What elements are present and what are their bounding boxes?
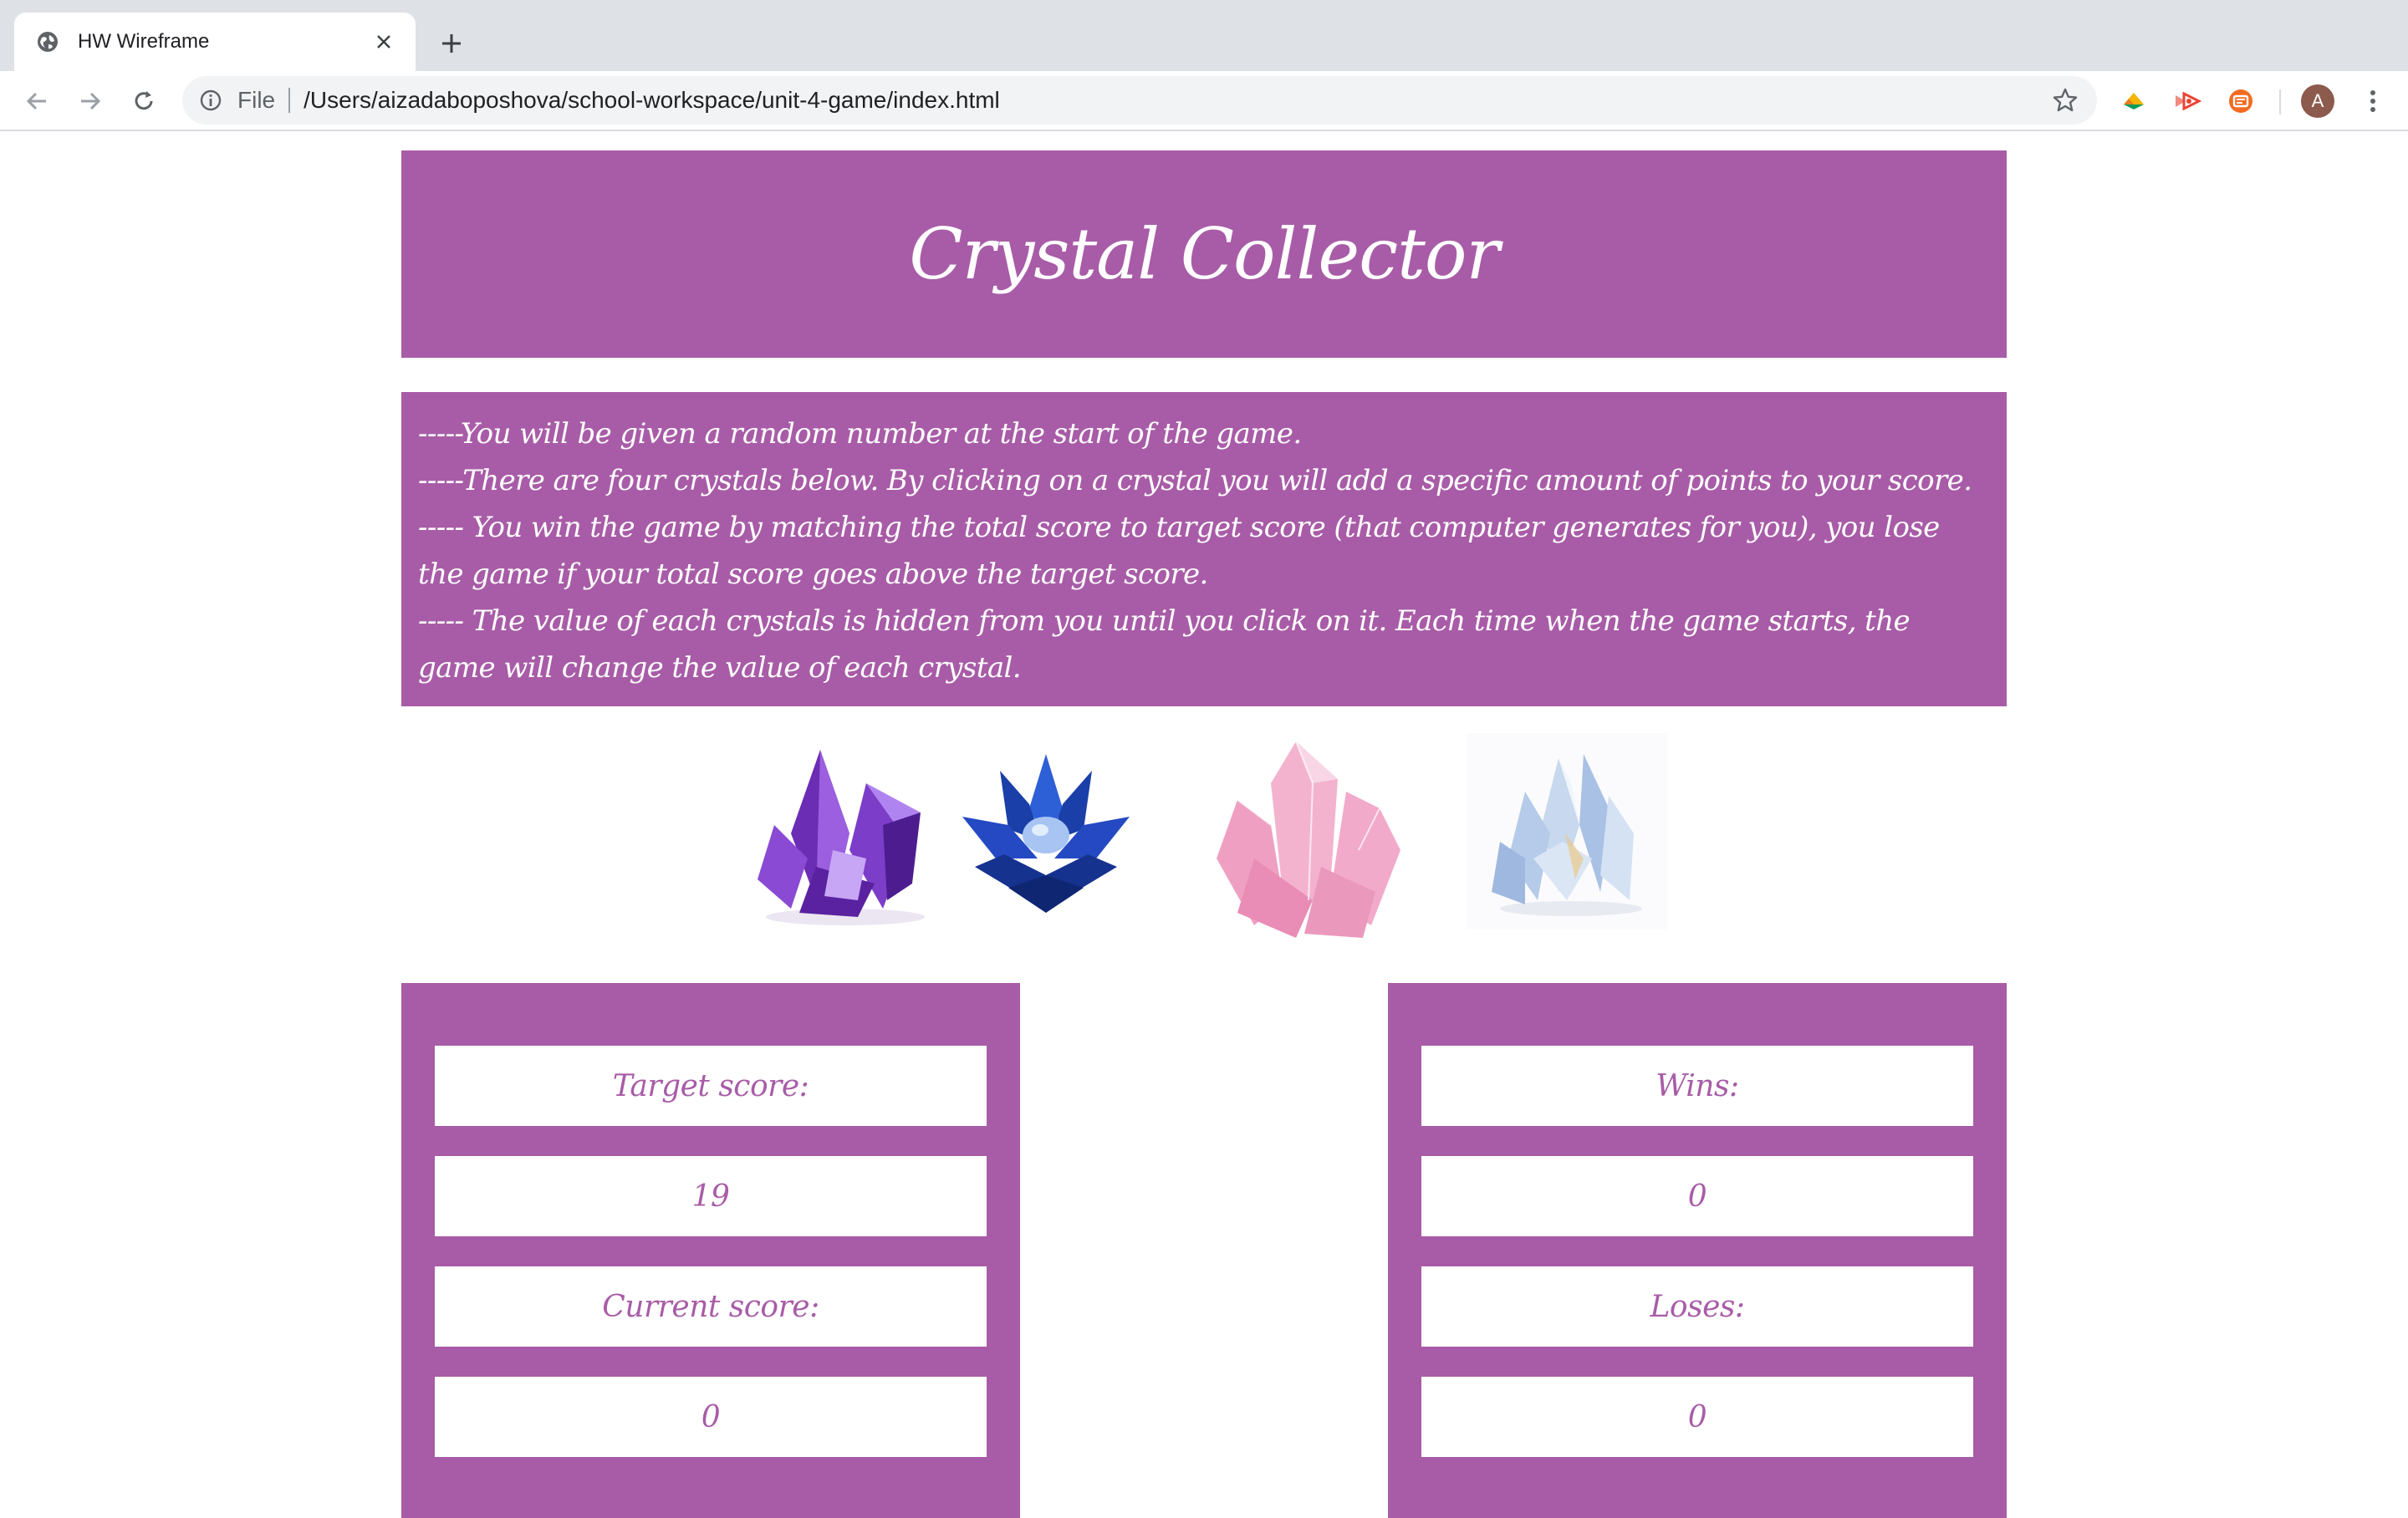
score-panel: Target score: 19 Current score: 0: [401, 983, 1020, 1518]
browser-toolbar: File /Users/aizadaboposhova/school-works…: [0, 71, 2408, 131]
wins-value: 0: [1421, 1156, 1973, 1236]
wins-label: Wins:: [1421, 1046, 1973, 1126]
toolbar-divider: [2279, 89, 2281, 115]
current-score-label: Current score:: [435, 1266, 987, 1347]
reload-icon[interactable]: [127, 84, 161, 118]
crystal-row: [0, 733, 2408, 942]
new-tab-plus-icon[interactable]: [435, 27, 468, 60]
more-menu-icon[interactable]: [2356, 84, 2390, 118]
tab-strip: HW Wireframe: [0, 0, 2408, 71]
forward-arrow-icon[interactable]: [74, 84, 107, 118]
instruction-line: -----There are four crystals below. By c…: [418, 464, 1972, 497]
current-score-value: 0: [435, 1377, 987, 1457]
active-tab[interactable]: HW Wireframe: [14, 13, 416, 71]
back-arrow-icon[interactable]: [20, 84, 54, 118]
pink-crystal[interactable]: [1204, 733, 1413, 942]
instruction-line: -----You will be given a random number a…: [418, 417, 1302, 451]
bookmark-star-icon[interactable]: [2048, 84, 2082, 117]
title-banner: Crystal Collector: [401, 150, 2007, 358]
target-score-label: Target score:: [435, 1046, 987, 1126]
extension-drive-icon[interactable]: [2119, 86, 2149, 116]
url-separator: [288, 88, 291, 113]
instruction-line: ----- You win the game by matching the t…: [418, 511, 1940, 591]
extension-badge-icon[interactable]: [2226, 86, 2256, 116]
losses-value: 0: [1421, 1377, 1973, 1457]
instruction-line: ----- The value of each crystals is hidd…: [418, 604, 1911, 685]
close-tab-icon[interactable]: [370, 28, 397, 55]
losses-label: Loses:: [1421, 1266, 1973, 1347]
url-scheme-label: File: [237, 87, 276, 113]
tab-title: HW Wireframe: [78, 30, 210, 53]
page-viewport: Crystal Collector -----You will be given…: [0, 131, 2408, 1518]
record-panel: Wins: 0 Loses: 0: [1388, 983, 2007, 1518]
purple-crystal[interactable]: [741, 733, 941, 934]
page-title: Crystal Collector: [909, 213, 1499, 295]
target-score-value: 19: [435, 1156, 987, 1236]
clear-crystal[interactable]: [1467, 733, 1667, 930]
blue-lotus-crystal[interactable]: [950, 741, 1142, 917]
extension-screencast-icon[interactable]: [2172, 86, 2202, 116]
profile-avatar[interactable]: A: [2301, 84, 2334, 118]
address-bar[interactable]: File /Users/aizadaboposhova/school-works…: [182, 76, 2097, 125]
info-icon[interactable]: [197, 87, 224, 114]
instructions-panel: -----You will be given a random number a…: [401, 392, 2007, 706]
globe-icon: [34, 28, 61, 55]
url-text[interactable]: /Users/aizadaboposhova/school-workspace/…: [304, 87, 2048, 114]
